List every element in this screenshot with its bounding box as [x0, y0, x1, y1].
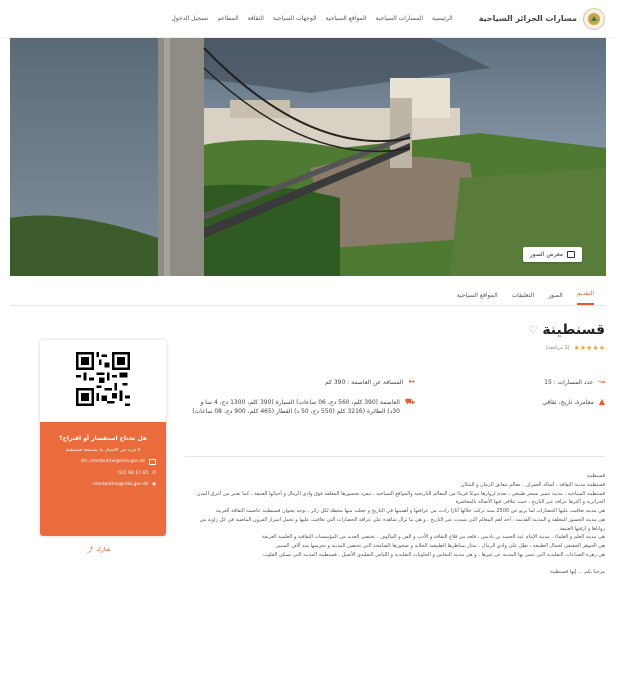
nav-home[interactable]: الرئيسية [432, 15, 453, 22]
share-button[interactable]: شارك ⤴ [87, 545, 111, 554]
site-logo[interactable] [583, 7, 605, 30]
desc-closing: مرحبا بكم ... إنها قسنطينة [550, 568, 605, 575]
paths-count-text: عدد المسارات : 15 [544, 379, 594, 386]
content-tabs: التقديم الصور التعليقات المواقع السياحية [10, 282, 606, 306]
place-header: قسنطينة ♡ ★★★★★ (1 مراجعة) [190, 322, 605, 352]
desc-paragraph: قسنطينة مدينة الثقافة ، أصالة العمران ، … [460, 481, 605, 488]
bridge-photo [10, 38, 606, 276]
nav-login[interactable]: تسجيل الدخول [171, 15, 208, 22]
brand[interactable]: مسارات الجزائر السياحية [478, 7, 605, 30]
rating: ★★★★★ (1 مراجعة) [190, 344, 605, 352]
distance-icon: ↔ [408, 377, 415, 386]
travel-text: العاصمة (390 كلم، 560 دج، 06 ساعات) السي… [192, 399, 400, 415]
mail-icon [149, 458, 156, 465]
nav-destinations[interactable]: الوجهات السياحية [273, 15, 317, 22]
share-icon: ⤴ [87, 547, 94, 554]
travel-options: ⛟ العاصمة (390 كلم، 560 دج، 06 ساعات) ال… [190, 398, 415, 416]
desc-paragraph: هي مدينة العلم و العلماء ، مدينة الإمام … [261, 534, 605, 541]
tab-photos[interactable]: الصور [548, 292, 563, 305]
desc-paragraph: قسنطينة السياحية ، مدينة تتميز بسحر طبيع… [196, 490, 605, 506]
contact-card: هل تحتاج استفسار أو اقتراح؟ لا تتردد في … [40, 340, 166, 536]
transport-icon: ⛟ [404, 397, 415, 406]
star-rating-icon: ★★★★★ [573, 344, 605, 352]
nav-culture[interactable]: الثقافة [248, 15, 264, 22]
phone-icon: ✆ [152, 470, 156, 476]
contact-email[interactable]: dtc.constantine@mta.gov.dz [50, 458, 156, 465]
category-icon: ▲ [598, 397, 605, 406]
brand-name: مسارات الجزائر السياحية [478, 14, 577, 23]
nav-restaurants[interactable]: المطاعم [217, 15, 238, 22]
tab-comments[interactable]: التعليقات [512, 292, 535, 305]
share-label: شارك [96, 546, 111, 553]
image-icon [567, 251, 575, 258]
favorite-heart-icon[interactable]: ♡ [528, 325, 537, 336]
distance-text: المسافة عن العاصمة : 390 كم [325, 379, 404, 386]
rating-count[interactable]: (1 مراجعة) [546, 345, 570, 351]
contact-email-text: dtc.constantine@mta.gov.dz [80, 459, 145, 465]
nav-tourist-paths[interactable]: المسارات السياحية [376, 15, 424, 22]
contact-web[interactable]: constantine@mta.gov.dz ◉ [50, 482, 156, 487]
divider [185, 456, 605, 457]
top-header: مسارات الجزائر السياحية الرئيسية المسارا… [0, 0, 617, 38]
contact-panel: هل تحتاج استفسار أو اقتراح؟ لا تتردد في … [40, 422, 166, 536]
paths-count: ↝ عدد المسارات : 15 [485, 378, 605, 387]
contact-phone[interactable]: 031 64 17 65 ✆ [50, 471, 156, 476]
contact-question: هل تحتاج استفسار أو اقتراح؟ [59, 435, 147, 442]
globe-icon: ◉ [152, 481, 156, 487]
tab-intro[interactable]: التقديم [576, 290, 594, 305]
categories-text: مغامرة، تاريخ، ثقافي [542, 399, 594, 406]
contact-phone-text: 031 64 17 65 [118, 470, 149, 476]
categories: ▲ مغامرة، تاريخ، ثقافي [485, 398, 605, 407]
place-info: ↝ عدد المسارات : 15 ▲ مغامرة، تاريخ، ثقا… [190, 378, 605, 416]
contact-subtitle: لا تتردد في الاتصال بنا بمصلحة قسنطينة [65, 447, 141, 453]
desc-paragraph: هي زهرة الصناعات التقليدية التي تتميز به… [262, 551, 605, 558]
desc-paragraph: قسنطينة [586, 473, 605, 479]
contact-web-text: constantine@mta.gov.dz [92, 481, 149, 487]
desc-paragraph: هي مدينة الجسور المعلقة و المدينة القديم… [199, 516, 605, 532]
hero-image: معرض الصور [10, 38, 606, 276]
nav-tourist-sites[interactable]: المواقع السياحية [326, 15, 367, 22]
main-nav: الرئيسية المسارات السياحية المواقع السيا… [171, 15, 452, 22]
description: قسنطينة قسنطينة مدينة الثقافة ، أصالة ال… [185, 472, 605, 576]
desc-paragraph: هي مدينة تعاقبت عليها الحضارات لما يربو … [215, 508, 605, 514]
qr-code [76, 352, 130, 406]
desc-paragraph: هي الجوهر الحقيقي لجمال الطبيعة ، تطل عل… [275, 543, 605, 549]
gallery-button-label: معرض الصور [529, 251, 563, 258]
tab-tourist-sites[interactable]: المواقع السياحية [457, 292, 498, 305]
page-title: قسنطينة [542, 322, 605, 338]
gallery-button[interactable]: معرض الصور [522, 247, 582, 262]
distance: ↔ المسافة عن العاصمة : 390 كم [190, 378, 415, 387]
route-icon: ↝ [598, 377, 605, 386]
